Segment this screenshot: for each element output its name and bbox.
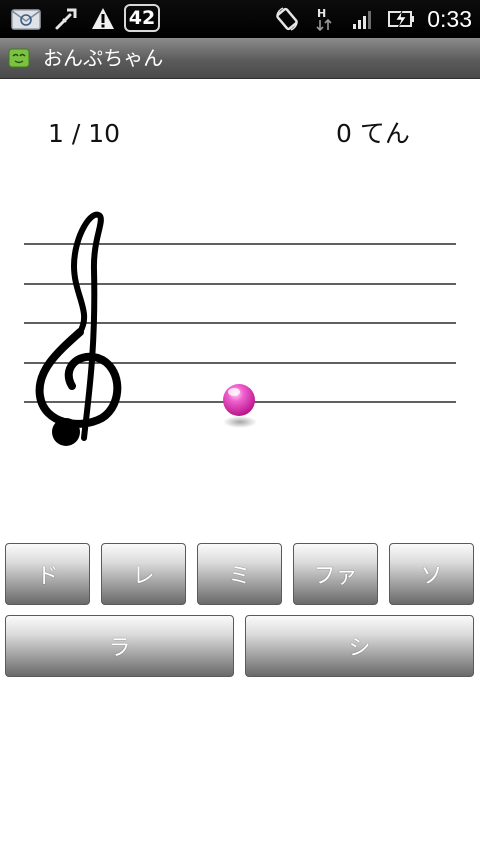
- usb-debug-icon: [55, 8, 77, 30]
- title-bar: おんぷちゃん: [0, 38, 480, 79]
- answer-button-re[interactable]: レ: [101, 543, 186, 605]
- treble-clef-icon: [35, 211, 122, 446]
- answer-button-shi[interactable]: シ: [245, 615, 474, 677]
- answer-button-so[interactable]: ソ: [389, 543, 474, 605]
- answer-button-mi[interactable]: ミ: [197, 543, 282, 605]
- screen: 42 H 0:33 おんぷちゃん 1 / 10 0 てん ド レ ミ ファ ソ …: [0, 0, 480, 854]
- note-highlight: [228, 388, 240, 396]
- signal-icon: [353, 11, 371, 29]
- hspa-data-icon: H: [316, 7, 332, 32]
- note-shadow: [223, 416, 257, 428]
- app-icon: [8, 48, 30, 68]
- rotation-icon: [276, 7, 298, 31]
- app-title: おんぷちゃん: [43, 46, 164, 70]
- warning-icon: [92, 8, 114, 29]
- music-staff: [24, 211, 456, 446]
- battery-charging-icon: [388, 10, 414, 29]
- answer-button-fa[interactable]: ファ: [293, 543, 378, 605]
- clock: 0:33: [427, 6, 472, 32]
- svg-text:H: H: [317, 7, 326, 20]
- answer-button-ra[interactable]: ラ: [5, 615, 234, 677]
- notification-count-badge: 42: [124, 4, 160, 32]
- answer-button-do[interactable]: ド: [5, 543, 90, 605]
- status-bar: 42 H 0:33: [0, 0, 480, 38]
- question-counter: 1 / 10: [48, 119, 121, 148]
- note-ball: [223, 384, 255, 416]
- email-icon: [11, 9, 41, 30]
- score-label: 0 てん: [336, 119, 410, 148]
